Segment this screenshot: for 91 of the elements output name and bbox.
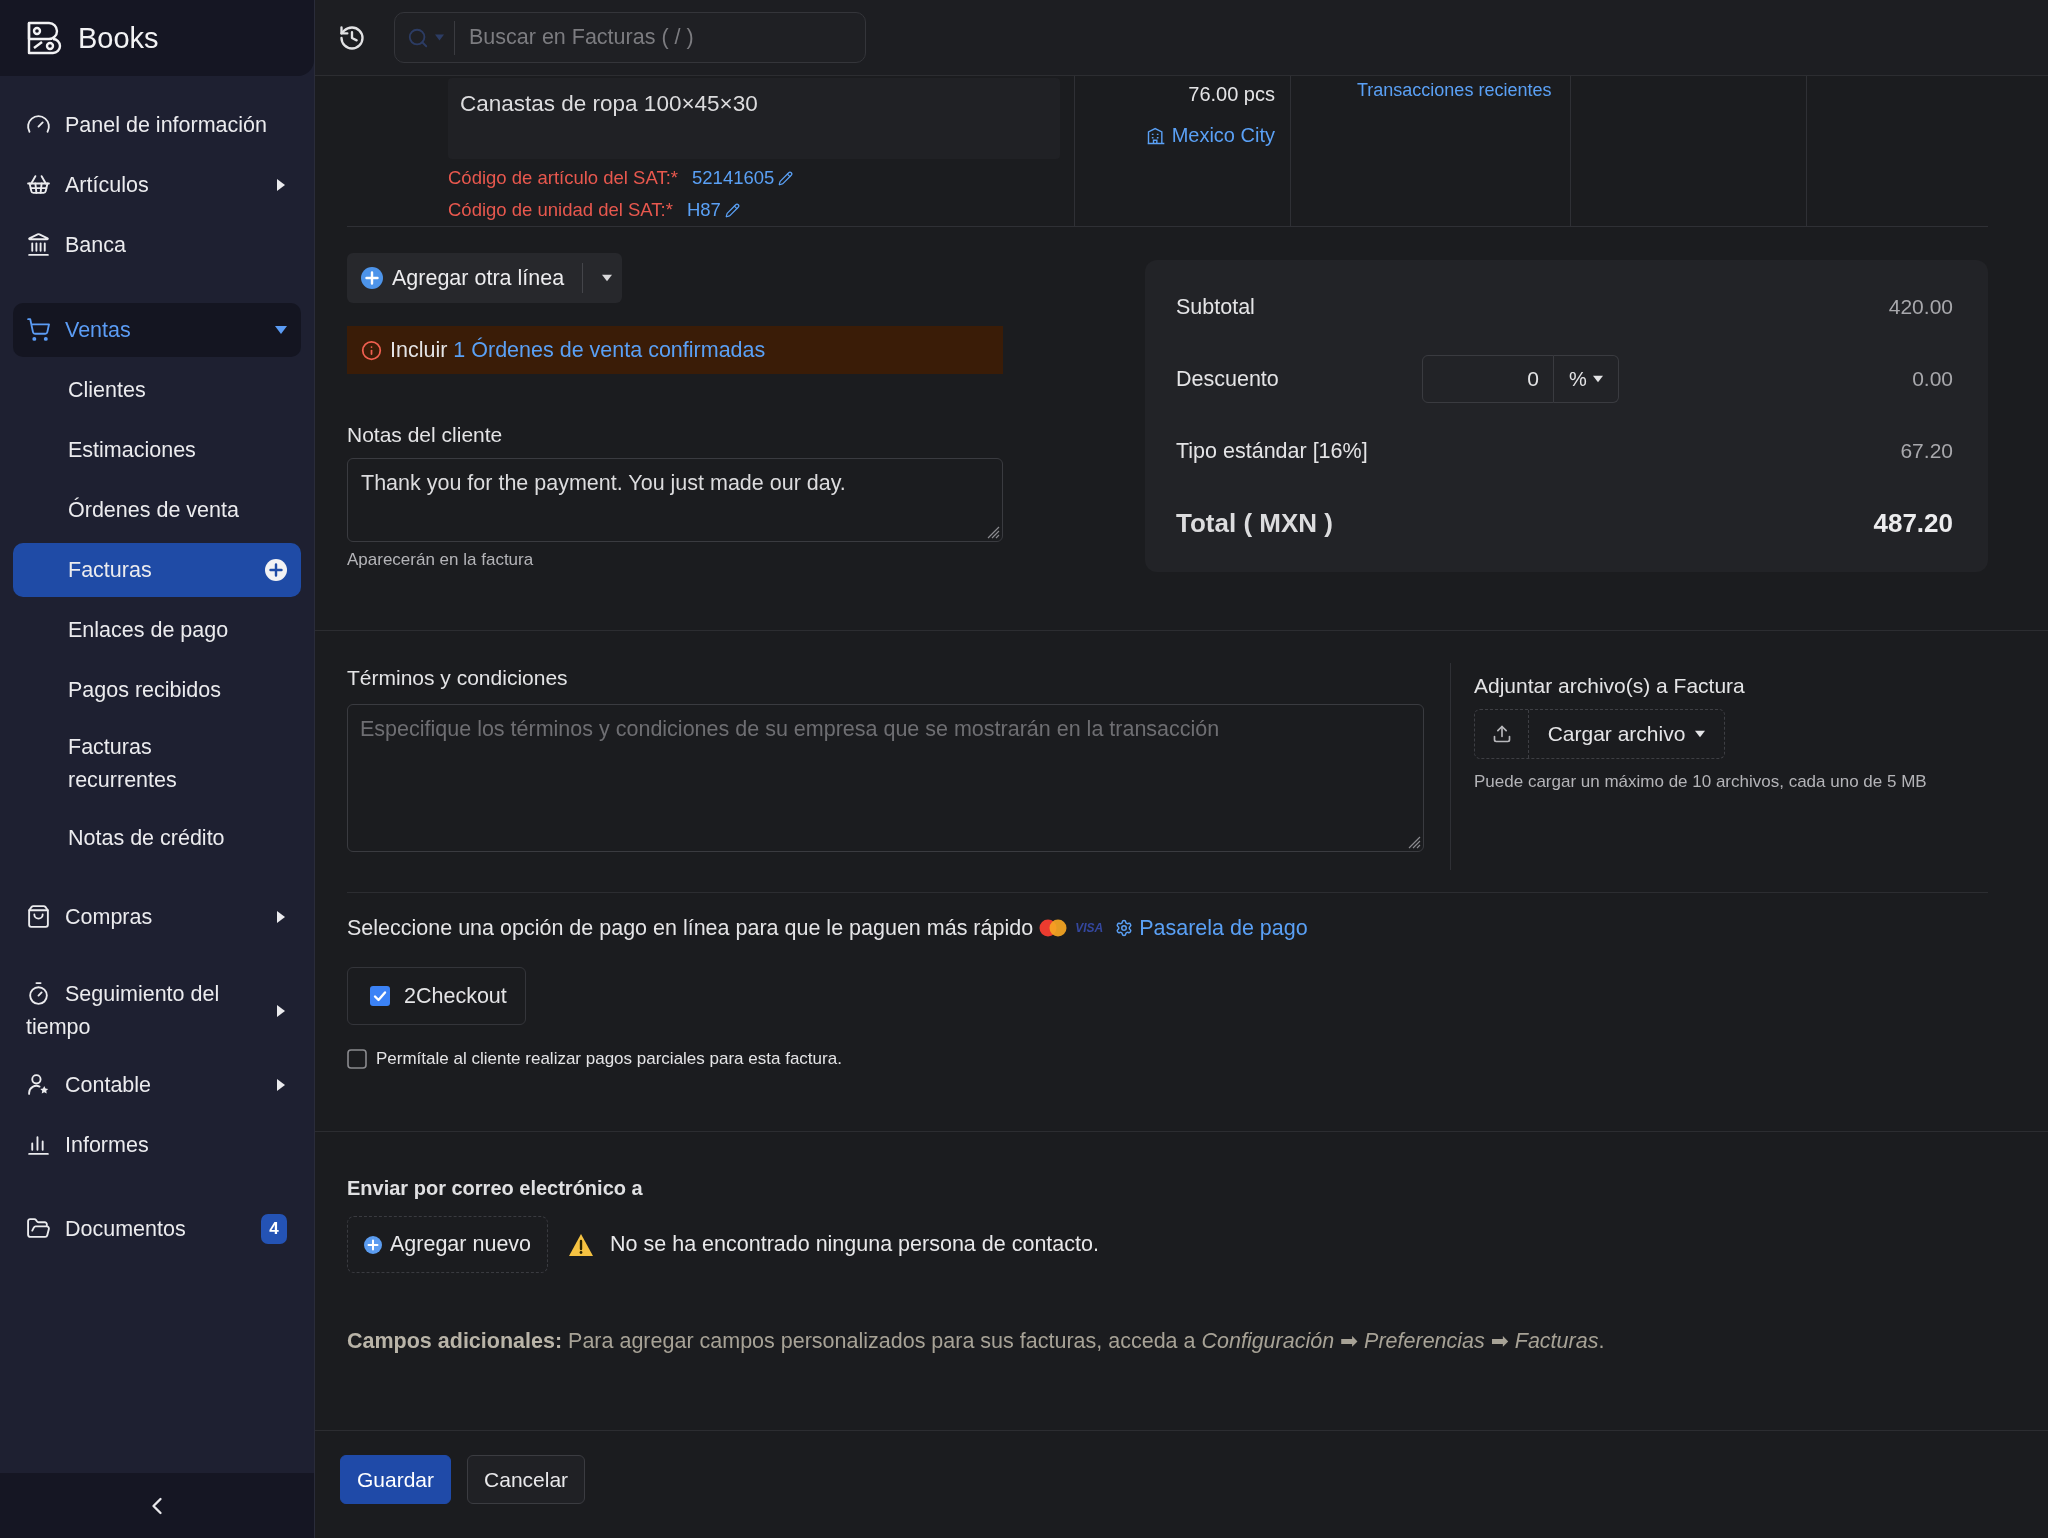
totals-label: Tipo estándar [16%]: [1176, 438, 1369, 464]
nav-subitem[interactable]: Órdenes de venta: [13, 483, 301, 537]
caret-icon[interactable]: [602, 273, 613, 283]
alert-message: Incluir 1 Órdenes de venta confirmadas: [390, 337, 766, 363]
nav-item[interactable]: Informes: [13, 1118, 301, 1172]
upload-icon: [1491, 724, 1512, 744]
gateway-option[interactable]: 2Checkout: [347, 967, 526, 1025]
bank-icon: [26, 231, 51, 257]
quantity-text: 76.00 pcs: [1188, 83, 1275, 105]
sat-code-label: Código de unidad del SAT:*: [448, 199, 673, 221]
total-label: Total ( MXN ): [1176, 507, 1334, 539]
cart-icon: [26, 316, 51, 342]
nav-subitem[interactable]: Notas de crédito: [13, 811, 301, 865]
totals-value: 420.00: [1888, 295, 1953, 319]
pencil-icon[interactable]: [724, 202, 740, 218]
card-logo: VISA: [1075, 921, 1104, 935]
payment-prompt: Seleccione una opción de pago en línea para que le paguen más rápido: [347, 915, 1034, 941]
nav-item[interactable]: Contable: [13, 1058, 301, 1112]
user-star-icon: [26, 1071, 51, 1097]
caret-icon[interactable]: [275, 1079, 287, 1091]
plus-circle-icon: [364, 1235, 382, 1254]
totals-label: Subtotal: [1176, 294, 1256, 320]
additional-fields-note: Campos adicionales: Para agregar campos personalizados para sus facturas, acceda a Configuración ➡ Preferencias ➡ Facturas.: [347, 1329, 1606, 1353]
add-line-button[interactable]: Agregar otra línea: [347, 253, 623, 303]
checkbox-label: Permítale al cliente realizar pagos parciales para esta factura.: [376, 1049, 842, 1069]
caret-icon: [435, 33, 444, 42]
nav-item[interactable]: Compras: [13, 890, 301, 944]
warning-icon: [568, 1232, 595, 1257]
sales-orders-link[interactable]: 1 Órdenes de venta confirmadas: [453, 337, 766, 362]
nav-item[interactable]: Documentos 4: [13, 1202, 301, 1256]
totals-value: 0.00: [1912, 367, 1953, 391]
nav-item[interactable]: Banca: [13, 218, 301, 272]
field-hint: Aparecerán en la factura: [347, 550, 534, 570]
folder-icon: [26, 1215, 51, 1241]
caret-icon[interactable]: [275, 179, 287, 191]
nav-subitem[interactable]: Estimaciones: [13, 423, 301, 477]
add-contact-button[interactable]: Agregar nuevo: [347, 1216, 549, 1273]
item-description-field[interactable]: Canastas de ropa 100×45×30: [448, 78, 1060, 159]
overlapping-circles-icon: [1039, 919, 1068, 937]
info-icon: [361, 339, 382, 361]
discount-field[interactable]: 0: [1422, 355, 1554, 403]
count-badge: 4: [261, 1214, 287, 1244]
search-field[interactable]: Buscar en Facturas ( / ): [394, 12, 866, 63]
checkbox[interactable]: [370, 986, 390, 1006]
sat-code-link[interactable]: 52141605: [692, 167, 775, 189]
pencil-icon[interactable]: [778, 170, 794, 186]
sat-code-link[interactable]: H87: [686, 199, 721, 221]
recent-transactions-link[interactable]: Transacciones recientes: [1357, 80, 1552, 101]
nav-subitem[interactable]: Enlaces de pago: [13, 603, 301, 657]
caret-icon[interactable]: [275, 324, 287, 336]
settings-icon: [1115, 919, 1134, 937]
checkbox[interactable]: [347, 1049, 367, 1069]
save-button[interactable]: Guardar: [340, 1455, 452, 1504]
nav-item[interactable]: Ventas: [13, 303, 301, 357]
nav-item[interactable]: Panel de información: [13, 98, 301, 152]
notes-field[interactable]: Thank you for the payment. You just made our day.: [347, 458, 1003, 542]
nav-subitem[interactable]: Clientes: [13, 363, 301, 417]
search-icon: [407, 26, 429, 49]
stopwatch-icon: [26, 981, 51, 1006]
caret-icon: [1592, 374, 1603, 384]
totals-label: Descuento: [1176, 366, 1280, 392]
upload-file-button[interactable]: Cargar archivo: [1474, 709, 1725, 759]
field-label: Notas del cliente: [347, 423, 503, 447]
section-label: Enviar por correo electrónico a: [347, 1176, 644, 1200]
caret-icon[interactable]: [275, 911, 287, 923]
nav-item[interactable]: Seguimiento del tiempo: [13, 970, 301, 1052]
building-icon: [1145, 125, 1166, 146]
terms-field[interactable]: Especifique los términos y condiciones de su empresa que se mostrarán en la transacción: [347, 704, 1424, 852]
field-label: Términos y condiciones: [347, 666, 569, 690]
gateway-label: 2Checkout: [404, 983, 507, 1009]
total-value: 487.20: [1873, 507, 1953, 539]
plus-circle-icon[interactable]: [265, 559, 287, 581]
discount-unit-dropdown[interactable]: %: [1554, 355, 1619, 403]
nav-item[interactable]: Artículos: [13, 158, 301, 212]
sat-code-label: Código de artículo del SAT:*: [448, 167, 678, 189]
field-label: Adjuntar archivo(s) a Factura: [1474, 674, 1746, 698]
plus-circle-icon: [361, 267, 383, 289]
bag-icon: [26, 903, 51, 929]
warning-message: No se ha encontrado ninguna persona de contacto.: [610, 1232, 1099, 1257]
nav-subitem[interactable]: Pagos recibidos: [13, 663, 301, 717]
app-name: Books: [78, 21, 159, 55]
history-icon[interactable]: [338, 23, 366, 52]
cancel-button[interactable]: Cancelar: [467, 1455, 586, 1504]
caret-icon[interactable]: [275, 1005, 287, 1017]
totals-value: 67.20: [1900, 439, 1953, 463]
nav-subitem[interactable]: Facturas recurrentes: [13, 723, 301, 805]
caret-icon: [1695, 729, 1706, 739]
field-hint: Puede cargar un máximo de 10 archivos, cada uno de 5 MB: [1474, 772, 1927, 792]
payment-gateway-link[interactable]: Pasarela de pago: [1115, 915, 1308, 941]
nav-subitem[interactable]: Facturas: [13, 543, 301, 597]
location-link[interactable]: Mexico City: [1145, 124, 1275, 147]
